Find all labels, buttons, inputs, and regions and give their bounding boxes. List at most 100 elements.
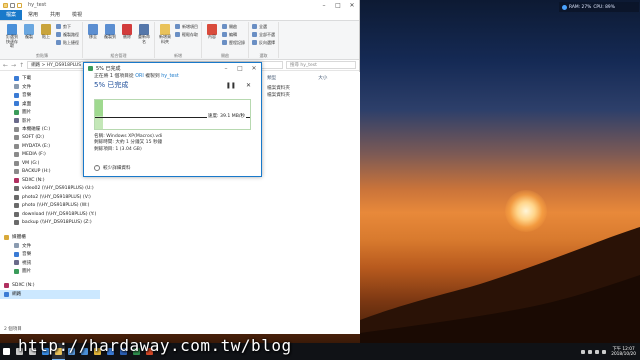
back-arrow-icon[interactable]: ←: [3, 62, 8, 69]
drive-icon: [14, 169, 19, 175]
ribbon-group-label: 選取: [259, 53, 268, 58]
minimize-button[interactable]: –: [317, 0, 331, 10]
notification-icon[interactable]: [602, 349, 607, 354]
nav-item[interactable]: 網路: [0, 290, 100, 299]
dialog-controls: – □ ✕: [219, 65, 261, 72]
nav-item-label: SDXC (N:): [12, 283, 35, 289]
copy-dest-link[interactable]: hy_test: [161, 74, 179, 79]
nav-item-label: 影片: [22, 118, 32, 124]
ribbon-button[interactable]: 內容: [205, 22, 219, 40]
nav-item-label: VM (G:): [22, 160, 40, 166]
column-header[interactable]: 大小: [318, 75, 327, 81]
clock[interactable]: 下午 12:07 2018/10/20: [611, 347, 636, 357]
ribbon-group-body: 全選 全部不選 反向選擇: [252, 22, 275, 53]
ribbon-group-label: 新增: [174, 53, 182, 58]
sdcard-icon: [14, 177, 19, 183]
cancel-button[interactable]: ✕: [246, 82, 251, 89]
watermark-text: http://hardaway.com.tw/blog: [18, 336, 292, 355]
ribbon-small-button[interactable]: 開啟: [222, 23, 245, 30]
ribbon-button[interactable]: 刪除: [120, 22, 134, 40]
ribbon-button[interactable]: 貼上: [39, 22, 53, 40]
less-details-toggle[interactable]: ˄ 較少詳細資料: [94, 165, 131, 171]
copy-desc-prefix: 正在將 1 個項目從: [94, 74, 134, 79]
close-button[interactable]: ✕: [345, 0, 359, 10]
language-icon[interactable]: [595, 349, 600, 354]
volume-icon[interactable]: [588, 349, 593, 354]
properties-icon[interactable]: [10, 2, 15, 8]
ribbon-tab[interactable]: 檔案: [0, 10, 23, 20]
ribbon-tab[interactable]: 檢視: [66, 10, 88, 20]
ribbon-small-column: 剪下 複製路徑 貼上捷徑: [56, 23, 79, 46]
nav-item[interactable]: download (\\HY_DS918PLUS) (Y:): [0, 210, 100, 219]
nav-item-label: 文件: [22, 243, 32, 249]
nav-item[interactable]: SDXC (N:): [0, 176, 100, 185]
ribbon-button[interactable]: 釘選到快速存取: [5, 22, 19, 49]
documents-icon: [14, 84, 19, 90]
nav-item[interactable]: 視訊: [0, 259, 100, 268]
nav-item[interactable]: 媒體櫃: [0, 233, 100, 242]
percent-row: 5% 已完成 ❚❚ ✕: [84, 80, 261, 90]
table-row[interactable]: 檔案資料夾: [267, 92, 290, 99]
ribbon-small-button[interactable]: 剪下: [56, 23, 79, 30]
column-header[interactable]: 類型: [267, 75, 276, 81]
nav-item[interactable]: video02 (\\HY_DS918PLUS) (U:): [0, 185, 100, 194]
pause-button[interactable]: ❚❚: [226, 82, 236, 89]
nav-item[interactable]: SDXC (N:): [0, 282, 100, 291]
ribbon-small-button[interactable]: 全選: [252, 23, 275, 30]
maximize-button[interactable]: □: [331, 0, 345, 10]
ribbon-button[interactable]: 重新命名: [137, 22, 151, 44]
nav-item-label: 文件: [22, 84, 32, 90]
network-icon[interactable]: [581, 349, 586, 354]
ribbon-small-button[interactable]: 新增項目: [175, 23, 198, 30]
nav-item[interactable]: photo (\\HY_DS918PLUS) (W:): [0, 202, 100, 211]
ribbon-button-label: 內容: [208, 34, 216, 39]
videos-icon: [14, 260, 19, 266]
ribbon-small-button[interactable]: 輕鬆存取: [175, 31, 198, 38]
window-controls: – □ ✕: [317, 0, 359, 10]
folder-icon[interactable]: [3, 2, 8, 8]
ribbon-tab[interactable]: 共用: [44, 10, 66, 20]
ribbon-group-body: 釘選到快速存取 複製 貼上 剪下 複製路徑 貼上捷徑: [5, 22, 79, 53]
ribbon-tab[interactable]: 常用: [22, 10, 44, 20]
drive-icon: [14, 160, 19, 166]
ribbon-small-button[interactable]: 反向選擇: [252, 39, 275, 46]
status-bar: 2 個項目: [0, 326, 360, 334]
table-row[interactable]: 檔案資料夾: [267, 85, 290, 92]
nav-item[interactable]: 圖片: [0, 267, 100, 276]
ribbon-button-label: 複製: [25, 34, 33, 39]
ribbon-button[interactable]: 新增資料夾: [158, 22, 172, 44]
network-icon: [4, 291, 9, 297]
nav-item[interactable]: photo2 (\\HY_DS918PLUS) (V:): [0, 193, 100, 202]
start-icon[interactable]: [0, 343, 13, 360]
dialog-close-button[interactable]: ✕: [247, 65, 261, 72]
nav-item[interactable]: 文件: [0, 242, 100, 251]
ribbon-button[interactable]: 複製到: [103, 22, 117, 40]
ribbon-small-icon: [252, 32, 257, 37]
ribbon-small-button[interactable]: 編輯: [222, 31, 245, 38]
ribbon-small-button[interactable]: 全部不選: [252, 31, 275, 38]
network-drive-icon: [14, 211, 19, 217]
nav-item[interactable]: backup (\\HY_DS918PLUS) (Z:): [0, 219, 100, 228]
clock-time: 下午 12:07: [612, 346, 635, 352]
ribbon-small-button[interactable]: 歷程記錄: [222, 39, 245, 46]
new-folder-icon[interactable]: [17, 2, 22, 8]
forward-arrow-icon[interactable]: →: [11, 62, 16, 69]
ribbon-button[interactable]: 複製: [22, 22, 36, 40]
nav-item[interactable]: 音樂: [0, 250, 100, 259]
pictures-icon: [14, 109, 19, 115]
dialog-minimize-button[interactable]: –: [219, 65, 233, 72]
search-input[interactable]: 搜尋 hy_test: [286, 61, 356, 69]
dialog-maximize-button[interactable]: □: [233, 65, 247, 72]
clock-date: 2018/10/20: [611, 351, 636, 357]
drive-icon: [14, 143, 19, 149]
ribbon-small-button[interactable]: 複製路徑: [56, 31, 79, 38]
nav-item-label: video02 (\\HY_DS918PLUS) (U:): [22, 186, 94, 192]
copy-source-link[interactable]: ORI: [135, 74, 144, 79]
ribbon-group: 內容 開啟 編輯 歷程記錄 開啟: [202, 22, 249, 58]
ribbon-small-icon: [175, 32, 180, 37]
time-remaining: 剩餘時間: 大約 1 分鐘又 15 秒鐘: [94, 140, 163, 146]
ribbon-small-button[interactable]: 貼上捷徑: [56, 39, 79, 46]
ribbon-button[interactable]: 移至: [86, 22, 100, 40]
up-arrow-icon[interactable]: ↑: [19, 62, 24, 69]
nav-item-label: download (\\HY_DS918PLUS) (Y:): [22, 211, 97, 217]
